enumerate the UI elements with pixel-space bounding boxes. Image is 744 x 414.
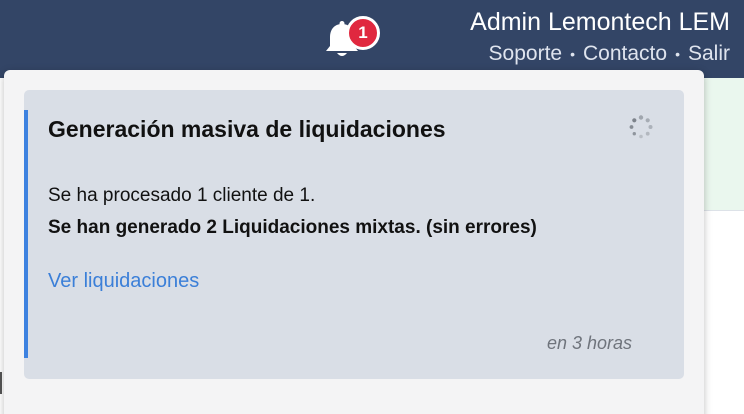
view-settlements-link[interactable]: Ver liquidaciones bbox=[48, 270, 199, 293]
notification-timestamp: en 3 horas bbox=[546, 333, 632, 353]
background-alert-strip bbox=[700, 78, 744, 210]
link-separator: • bbox=[570, 46, 576, 63]
notifications-dropdown: Generación masiva de liquidaciones Se ha… bbox=[4, 70, 704, 414]
notification-message: Se ha procesado 1 cliente de 1. bbox=[48, 185, 316, 206]
notification-title: Generación masiva de liquidaciones bbox=[48, 116, 446, 142]
loading-spinner-icon bbox=[629, 115, 653, 139]
notification-accent-bar bbox=[24, 110, 28, 358]
support-link[interactable]: Soporte bbox=[489, 42, 563, 65]
logout-link[interactable]: Salir bbox=[688, 42, 730, 65]
link-separator: • bbox=[675, 46, 680, 63]
user-links: Soporte • Contacto • Salir bbox=[489, 42, 730, 66]
contact-link[interactable]: Contacto bbox=[583, 42, 667, 65]
notification-result: Se han generado 2 Liquidaciones mixtas. … bbox=[48, 217, 537, 238]
notification-count-badge[interactable]: 1 bbox=[346, 16, 380, 50]
user-name[interactable]: Admin Lemontech LEM bbox=[470, 8, 730, 37]
background-text-cursor bbox=[0, 372, 2, 394]
notification-card[interactable]: Generación masiva de liquidaciones Se ha… bbox=[24, 90, 684, 379]
top-header-bar: 1 Admin Lemontech LEM Soporte • Contacto • S… bbox=[0, 0, 744, 78]
background-divider bbox=[700, 210, 744, 211]
